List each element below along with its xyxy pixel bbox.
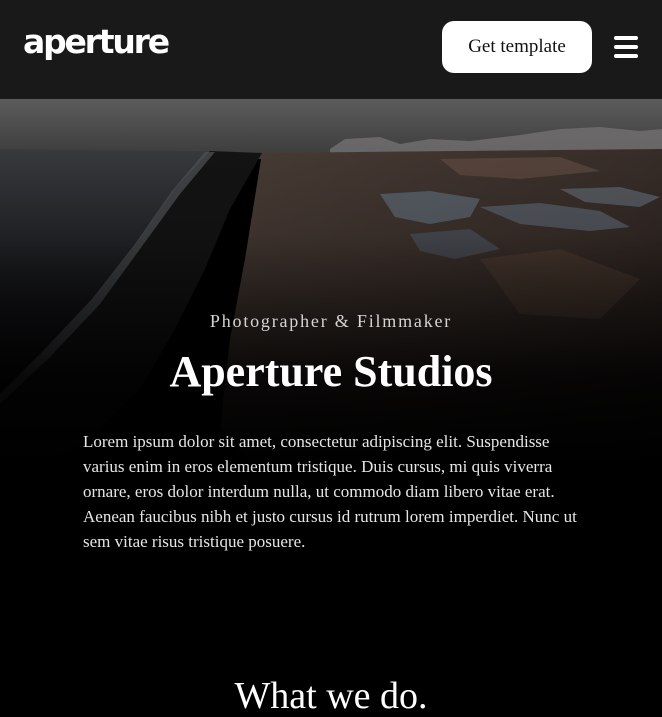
get-template-button[interactable]: Get template xyxy=(442,21,592,73)
hero-section: Photographer & Filmmaker Aperture Studio… xyxy=(0,99,662,717)
what-we-do-heading: What we do. xyxy=(234,675,428,717)
hero-background-image xyxy=(0,99,662,717)
hero-title: Aperture Studios xyxy=(169,347,493,396)
aperture-logo[interactable]: aperture xyxy=(23,22,170,62)
hero-subtitle: Photographer & Filmmaker xyxy=(209,311,453,331)
hero-description: Lorem ipsum dolor sit amet, consectetur … xyxy=(83,432,577,551)
hamburger-menu-icon[interactable] xyxy=(610,33,642,61)
site-header: aperture Get template xyxy=(0,0,662,99)
